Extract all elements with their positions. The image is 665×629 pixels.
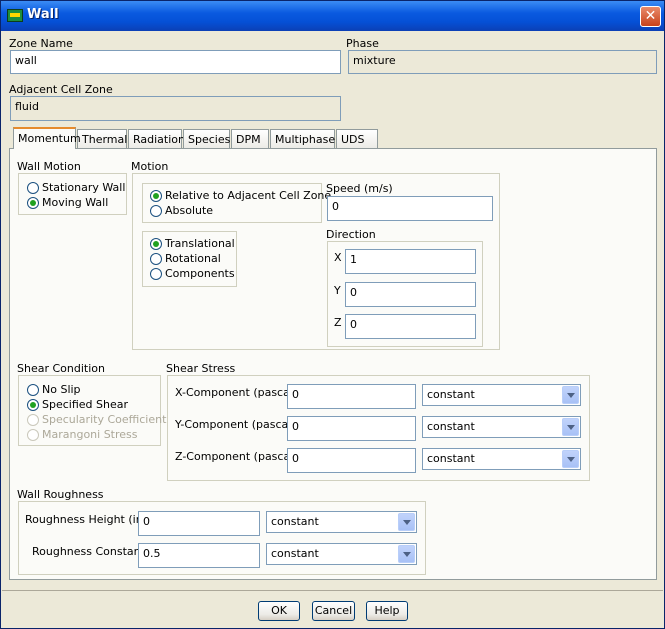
roughness-constant-input[interactable]: 0.5 bbox=[138, 543, 260, 568]
absolute-radio[interactable] bbox=[150, 205, 162, 217]
rotational-label[interactable]: Rotational bbox=[165, 252, 221, 265]
direction-group: X 1 Y 0 Z 0 bbox=[327, 241, 483, 347]
specified-shear-label[interactable]: Specified Shear bbox=[42, 398, 128, 411]
tab-momentum[interactable]: Momentum bbox=[13, 127, 81, 149]
reference-frame-group: Relative to Adjacent Cell Zone Absolute bbox=[142, 183, 331, 223]
components-label[interactable]: Components bbox=[165, 267, 235, 280]
cancel-button[interactable]: Cancel bbox=[312, 601, 355, 621]
relative-label[interactable]: Relative to Adjacent Cell Zone bbox=[165, 189, 331, 202]
roughness-height-label: Roughness Height (in) bbox=[25, 513, 147, 526]
direction-z-input[interactable]: 0 bbox=[345, 314, 476, 339]
tab-thermal[interactable]: Thermal bbox=[77, 129, 127, 148]
direction-y-label: Y bbox=[334, 284, 341, 297]
wall-motion-label: Wall Motion bbox=[17, 160, 81, 173]
shear-x-method-select[interactable]: constant bbox=[422, 384, 581, 406]
motion-label: Motion bbox=[131, 160, 169, 173]
chevron-down-icon[interactable] bbox=[562, 450, 579, 468]
phase-label: Phase bbox=[346, 37, 379, 50]
specified-shear-radio[interactable] bbox=[27, 399, 39, 411]
shear-y-input[interactable]: 0 bbox=[287, 416, 416, 441]
app-icon bbox=[7, 9, 23, 22]
adjacent-cell-zone-label: Adjacent Cell Zone bbox=[9, 83, 113, 96]
tab-dpm[interactable]: DPM bbox=[231, 129, 269, 148]
tab-multiphase[interactable]: Multiphase bbox=[270, 129, 335, 148]
wall-roughness-label: Wall Roughness bbox=[17, 488, 104, 501]
roughness-constant-method-value: constant bbox=[271, 547, 319, 560]
moving-wall-radio[interactable] bbox=[27, 197, 39, 209]
direction-label: Direction bbox=[326, 228, 376, 241]
absolute-label[interactable]: Absolute bbox=[165, 204, 213, 217]
specularity-coefficient-label: Specularity Coefficient bbox=[42, 413, 167, 426]
motion-group: Relative to Adjacent Cell Zone Absolute … bbox=[132, 173, 500, 350]
direction-x-label: X bbox=[334, 251, 342, 264]
close-button[interactable]: ✕ bbox=[640, 6, 661, 27]
translational-radio[interactable] bbox=[150, 238, 162, 250]
shear-z-label: Z-Component (pascal) bbox=[175, 450, 298, 463]
direction-y-input[interactable]: 0 bbox=[345, 282, 476, 307]
shear-x-label: X-Component (pascal) bbox=[175, 386, 298, 399]
stationary-wall-radio[interactable] bbox=[27, 182, 39, 194]
marangoni-stress-label: Marangoni Stress bbox=[42, 428, 138, 441]
translational-label[interactable]: Translational bbox=[165, 237, 235, 250]
wall-motion-group: Stationary Wall Moving Wall bbox=[18, 173, 127, 215]
direction-z-label: Z bbox=[334, 316, 342, 329]
footer-divider bbox=[2, 590, 663, 591]
relative-radio[interactable] bbox=[150, 190, 162, 202]
shear-x-input[interactable]: 0 bbox=[287, 384, 416, 409]
specularity-coefficient-radio bbox=[27, 414, 39, 426]
shear-condition-group: No Slip Specified Shear Specularity Coef… bbox=[18, 375, 166, 446]
motion-type-group: Translational Rotational Components bbox=[142, 231, 237, 287]
tab-species[interactable]: Species bbox=[183, 129, 230, 148]
roughness-constant-label: Roughness Constant bbox=[32, 545, 145, 558]
chevron-down-icon[interactable] bbox=[398, 545, 415, 563]
moving-wall-label[interactable]: Moving Wall bbox=[42, 196, 108, 209]
zone-name-input[interactable]: wall bbox=[10, 50, 341, 74]
window-title: Wall bbox=[27, 7, 59, 22]
rotational-radio[interactable] bbox=[150, 253, 162, 265]
shear-y-label: Y-Component (pascal) bbox=[175, 418, 296, 431]
shear-stress-group: X-Component (pascal) 0 constant Y-Compon… bbox=[167, 375, 590, 481]
direction-x-input[interactable]: 1 bbox=[345, 249, 476, 274]
chevron-down-icon[interactable] bbox=[562, 386, 579, 404]
wall-roughness-group: Roughness Height (in) 0 constant Roughne… bbox=[18, 501, 426, 575]
adjacent-cell-zone-field: fluid bbox=[10, 96, 341, 121]
shear-x-method-value: constant bbox=[427, 388, 475, 401]
roughness-height-method-select[interactable]: constant bbox=[266, 511, 417, 533]
shear-z-input[interactable]: 0 bbox=[287, 448, 416, 473]
no-slip-radio[interactable] bbox=[27, 384, 39, 396]
wall-dialog: Wall ✕ Zone Name wall Phase mixture Adja… bbox=[0, 0, 665, 629]
title-bar[interactable]: Wall ✕ bbox=[1, 1, 664, 31]
shear-z-method-select[interactable]: constant bbox=[422, 448, 581, 470]
no-slip-label[interactable]: No Slip bbox=[42, 383, 81, 396]
roughness-height-input[interactable]: 0 bbox=[138, 511, 260, 536]
components-radio[interactable] bbox=[150, 268, 162, 280]
speed-input[interactable]: 0 bbox=[327, 196, 493, 221]
shear-condition-label: Shear Condition bbox=[17, 362, 105, 375]
help-button[interactable]: Help bbox=[366, 601, 408, 621]
roughness-constant-method-select[interactable]: constant bbox=[266, 543, 417, 565]
shear-stress-label: Shear Stress bbox=[166, 362, 236, 375]
shear-z-method-value: constant bbox=[427, 452, 475, 465]
chevron-down-icon[interactable] bbox=[398, 513, 415, 531]
phase-field: mixture bbox=[348, 50, 657, 74]
speed-label: Speed (m/s) bbox=[326, 182, 393, 195]
marangoni-stress-radio bbox=[27, 429, 39, 441]
shear-y-method-value: constant bbox=[427, 420, 475, 433]
tab-radiation[interactable]: Radiation bbox=[128, 129, 185, 148]
chevron-down-icon[interactable] bbox=[562, 418, 579, 436]
ok-button[interactable]: OK bbox=[258, 601, 300, 621]
momentum-panel: Wall Motion Stationary Wall Moving Wall … bbox=[9, 148, 657, 580]
shear-y-method-select[interactable]: constant bbox=[422, 416, 581, 438]
zone-name-label: Zone Name bbox=[9, 37, 73, 50]
stationary-wall-label[interactable]: Stationary Wall bbox=[42, 181, 125, 194]
roughness-height-method-value: constant bbox=[271, 515, 319, 528]
tab-uds[interactable]: UDS bbox=[336, 129, 378, 148]
